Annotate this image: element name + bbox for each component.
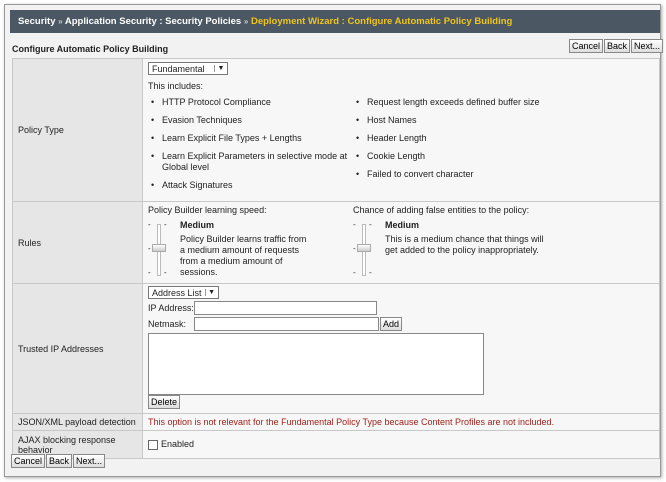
window-frame: Security » Application Security : Securi… xyxy=(4,4,664,477)
includes-right-list: Request length exceeds defined buffer si… xyxy=(353,97,539,198)
row-ajax: AJAX blocking response behavior Enabled xyxy=(12,430,660,459)
list-item: Learn Explicit File Types + Lengths xyxy=(148,133,353,144)
ajax-enabled-checkbox[interactable] xyxy=(148,439,158,450)
slider-thumb[interactable] xyxy=(357,244,371,252)
speed-desc: Policy Builder learns traffic from a med… xyxy=(180,234,307,277)
page-title: Configure Automatic Policy Building xyxy=(12,44,169,54)
list-item: Evasion Techniques xyxy=(148,115,353,126)
breadcrumb: Security » Application Security : Securi… xyxy=(10,10,660,33)
policy-type-label: Policy Type xyxy=(12,58,143,202)
false-entities-slider[interactable]: ----- xyxy=(353,220,375,280)
netmask-input[interactable] xyxy=(194,317,379,331)
ajax-enabled-label[interactable]: Enabled xyxy=(161,439,194,449)
next-button[interactable]: Next... xyxy=(73,454,106,468)
delete-button[interactable]: Delete xyxy=(148,395,181,409)
rules-label: Rules xyxy=(12,201,143,284)
row-rules: Rules Policy Builder learning speed: ---… xyxy=(12,201,660,284)
breadcrumb-current: Deployment Wizard : Configure Automatic … xyxy=(250,16,513,27)
list-item: Host Names xyxy=(353,115,539,126)
list-item: HTTP Protocol Compliance xyxy=(148,97,353,108)
list-item: Header Length xyxy=(353,133,539,144)
speed-slider[interactable]: ----- xyxy=(148,220,170,280)
back-button[interactable]: Back xyxy=(604,39,631,53)
list-type-select[interactable]: Address List ▼ xyxy=(148,286,219,299)
json-xml-label: JSON/XML payload detection xyxy=(12,413,143,431)
false-entities-title: Chance of adding false entities to the p… xyxy=(353,205,530,215)
false-entities-level: Medium xyxy=(385,220,420,230)
breadcrumb-separator: » xyxy=(243,17,249,26)
next-button[interactable]: Next... xyxy=(631,39,664,53)
list-item: Attack Signatures xyxy=(148,180,353,191)
bottom-buttons: Cancel Back Next... xyxy=(11,454,106,468)
row-policy-type: Policy Type Fundamental ▼ This includes: … xyxy=(12,58,660,202)
chevron-down-icon: ▼ xyxy=(214,65,227,72)
includes-left-list: HTTP Protocol Compliance Evasion Techniq… xyxy=(148,97,353,198)
add-button[interactable]: Add xyxy=(380,317,403,331)
breadcrumb-security[interactable]: Security xyxy=(18,16,56,27)
list-item: Learn Explicit Parameters in selective m… xyxy=(148,151,353,173)
chevron-down-icon: ▼ xyxy=(204,289,218,296)
json-xml-message: This option is not relevant for the Fund… xyxy=(142,413,660,431)
list-item: Failed to convert character xyxy=(353,169,539,180)
policy-type-select[interactable]: Fundamental ▼ xyxy=(148,62,228,75)
netmask-label: Netmask: xyxy=(148,319,187,329)
policy-type-value: Fundamental xyxy=(152,63,205,74)
ip-list-box[interactable] xyxy=(148,333,484,395)
ip-address-input[interactable] xyxy=(194,301,377,315)
false-entities-desc: This is a medium chance that things will… xyxy=(385,234,544,255)
list-item: Cookie Length xyxy=(353,151,539,162)
back-button[interactable]: Back xyxy=(46,454,73,468)
row-trusted-ip: Trusted IP Addresses Address List ▼ IP Ad… xyxy=(12,283,660,414)
cancel-button[interactable]: Cancel xyxy=(569,39,604,53)
breadcrumb-security-policies[interactable]: Application Security : Security Policies xyxy=(65,16,241,27)
list-type-value: Address List xyxy=(152,287,202,298)
speed-title: Policy Builder learning speed: xyxy=(148,205,267,215)
list-item: Request length exceeds defined buffer si… xyxy=(353,97,539,108)
slider-thumb[interactable] xyxy=(152,244,166,252)
speed-level: Medium xyxy=(180,220,215,230)
row-json-xml: JSON/XML payload detection This option i… xyxy=(12,413,660,431)
settings-table: Policy Type Fundamental ▼ This includes: … xyxy=(12,58,660,459)
breadcrumb-separator: » xyxy=(58,17,63,26)
cancel-button[interactable]: Cancel xyxy=(11,454,46,468)
trusted-ip-label: Trusted IP Addresses xyxy=(12,283,143,414)
top-buttons: Cancel Back Next... xyxy=(569,39,664,53)
includes-label: This includes: xyxy=(148,81,204,91)
ip-address-label: IP Address: xyxy=(148,303,194,313)
